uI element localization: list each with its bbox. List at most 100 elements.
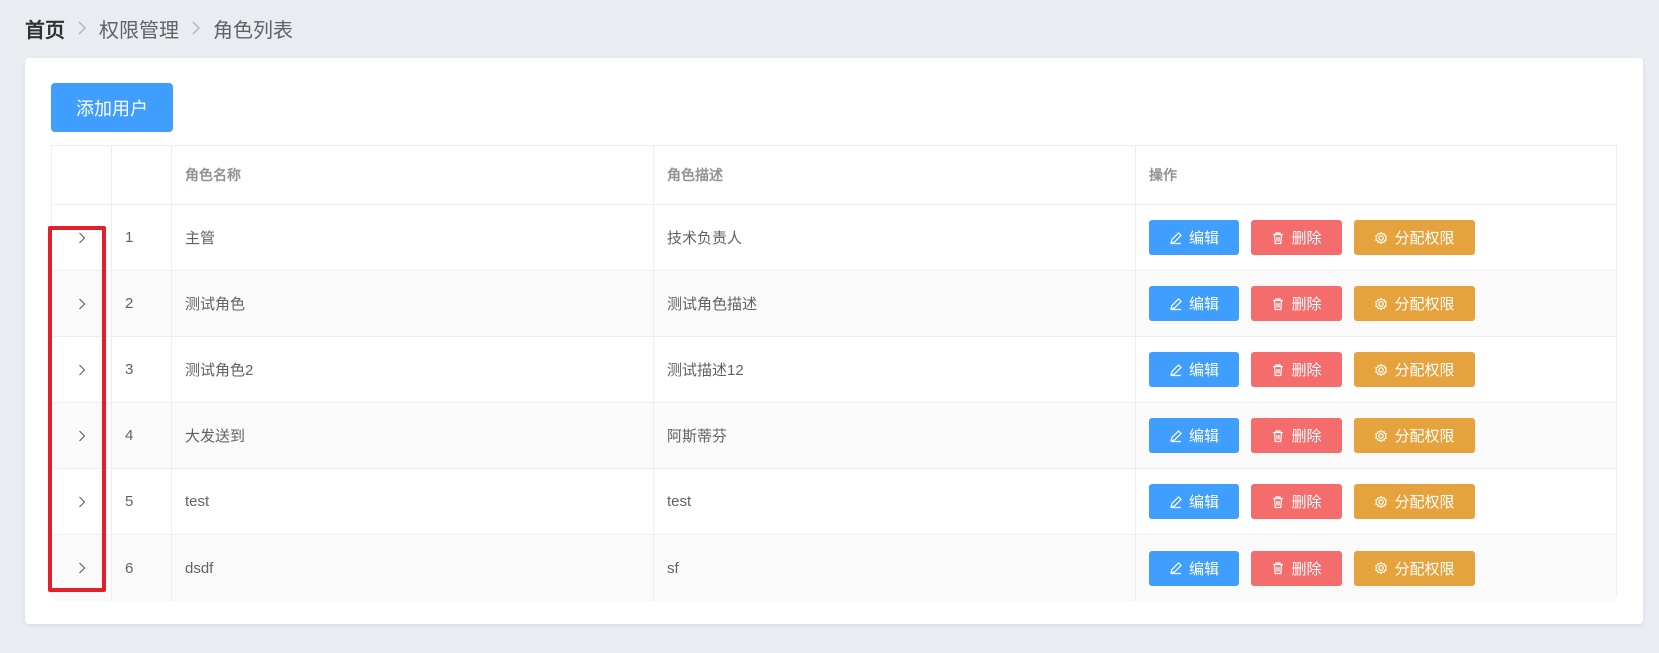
edit-icon [1170, 297, 1182, 310]
delete-button[interactable]: 删除 [1251, 550, 1342, 586]
chevron-right-icon[interactable] [76, 430, 88, 442]
edit-button[interactable]: 编辑 [1149, 220, 1239, 255]
role-name: test [172, 469, 654, 534]
chevron-right-icon[interactable] [76, 364, 88, 376]
expand-cell[interactable] [52, 535, 112, 601]
gear-icon [1375, 231, 1388, 244]
table-row: 1 主管 技术负责人 编辑 删除 分配权限 [52, 205, 1616, 271]
role-name: dsdf [172, 535, 654, 601]
actions-cell: 编辑 删除 分配权限 [1136, 337, 1616, 402]
delete-button[interactable]: 删除 [1251, 286, 1342, 321]
row-index: 2 [112, 271, 172, 336]
role-name: 大发送到 [172, 403, 654, 468]
role-name: 测试角色 [172, 271, 654, 336]
edit-button[interactable]: 编辑 [1149, 352, 1239, 387]
breadcrumb-home[interactable]: 首页 [25, 14, 65, 43]
breadcrumb: 首页 权限管理 角色列表 [25, 14, 293, 42]
delete-label: 删除 [1291, 230, 1322, 247]
delete-button[interactable]: 删除 [1251, 352, 1342, 387]
trash-icon [1273, 231, 1284, 244]
edit-label: 编辑 [1188, 296, 1219, 313]
delete-label: 删除 [1291, 560, 1322, 578]
edit-icon [1170, 562, 1182, 575]
role-desc: 测试角色描述 [654, 271, 1136, 336]
delete-button[interactable]: 删除 [1251, 220, 1342, 255]
assign-label: 分配权限 [1394, 560, 1455, 578]
header-index [112, 146, 172, 204]
gear-icon [1375, 429, 1388, 442]
row-index: 3 [112, 337, 172, 402]
gear-icon [1375, 561, 1388, 575]
edit-icon [1170, 429, 1182, 442]
edit-label: 编辑 [1188, 494, 1219, 511]
add-user-button[interactable]: 添加用户 [51, 83, 173, 132]
assign-permissions-button[interactable]: 分配权限 [1354, 286, 1475, 321]
role-name: 主管 [172, 205, 654, 270]
delete-label: 删除 [1291, 428, 1322, 445]
table-row: 4 大发送到 阿斯蒂芬 编辑 删除 分配权限 [52, 403, 1616, 469]
header-expand [52, 146, 112, 204]
edit-label: 编辑 [1188, 560, 1219, 578]
table-header: 角色名称 角色描述 操作 [52, 146, 1616, 205]
edit-label: 编辑 [1188, 428, 1219, 445]
edit-label: 编辑 [1188, 230, 1219, 247]
breadcrumb-permissions[interactable]: 权限管理 [99, 14, 179, 43]
breadcrumb-role-list: 角色列表 [213, 19, 293, 42]
assign-label: 分配权限 [1394, 362, 1455, 379]
trash-icon [1273, 363, 1284, 376]
assign-label: 分配权限 [1394, 230, 1455, 247]
chevron-right-icon[interactable] [76, 298, 88, 310]
expand-cell[interactable] [52, 469, 112, 534]
assign-permissions-button[interactable]: 分配权限 [1354, 220, 1475, 255]
edit-button[interactable]: 编辑 [1149, 484, 1239, 519]
chevron-right-icon[interactable] [76, 562, 88, 574]
row-index: 6 [112, 535, 172, 601]
delete-button[interactable]: 删除 [1251, 418, 1342, 453]
chevron-right-icon[interactable] [76, 232, 88, 244]
assign-permissions-button[interactable]: 分配权限 [1354, 484, 1475, 519]
table-row: 5 test test 编辑 删除 分配权限 [52, 469, 1616, 535]
role-desc: 测试描述12 [654, 337, 1136, 402]
content-card: 添加用户 角色名称 角色描述 操作 1 主管 技术负责人 编辑 删除 分配权限 … [25, 58, 1643, 624]
assign-permissions-button[interactable]: 分配权限 [1354, 352, 1475, 387]
actions-cell: 编辑 删除 分配权限 [1136, 205, 1616, 270]
edit-icon [1170, 231, 1182, 244]
row-index: 5 [112, 469, 172, 534]
edit-icon [1170, 363, 1182, 376]
trash-icon [1273, 495, 1284, 508]
role-desc: sf [654, 535, 1136, 601]
edit-icon [1170, 495, 1182, 508]
delete-label: 删除 [1291, 494, 1322, 511]
expand-cell[interactable] [52, 271, 112, 336]
trash-icon [1273, 429, 1284, 442]
assign-label: 分配权限 [1394, 296, 1455, 313]
table-row: 2 测试角色 测试角色描述 编辑 删除 分配权限 [52, 271, 1616, 337]
edit-button[interactable]: 编辑 [1149, 286, 1239, 321]
expand-cell[interactable] [52, 403, 112, 468]
assign-permissions-button[interactable]: 分配权限 [1354, 550, 1475, 586]
trash-icon [1273, 297, 1284, 310]
gear-icon [1375, 297, 1388, 310]
expand-cell[interactable] [52, 205, 112, 270]
edit-label: 编辑 [1188, 362, 1219, 379]
table-body: 1 主管 技术负责人 编辑 删除 分配权限 2 测试角色 测试角色描述 编辑 删… [52, 205, 1616, 601]
header-actions: 操作 [1149, 167, 1177, 183]
delete-label: 删除 [1291, 362, 1322, 379]
chevron-right-icon [179, 21, 213, 35]
table-row: 3 测试角色2 测试描述12 编辑 删除 分配权限 [52, 337, 1616, 403]
role-name: 测试角色2 [172, 337, 654, 402]
delete-button[interactable]: 删除 [1251, 484, 1342, 519]
role-desc: 阿斯蒂芬 [654, 403, 1136, 468]
table-row: 6 dsdf sf 编辑 删除 分配权限 [52, 535, 1616, 601]
edit-button[interactable]: 编辑 [1149, 550, 1239, 586]
delete-label: 删除 [1291, 296, 1322, 313]
edit-button[interactable]: 编辑 [1149, 418, 1239, 453]
role-desc: 技术负责人 [654, 205, 1136, 270]
chevron-right-icon[interactable] [76, 496, 88, 508]
assign-permissions-button[interactable]: 分配权限 [1354, 418, 1475, 453]
trash-icon [1273, 562, 1284, 575]
actions-cell: 编辑 删除 分配权限 [1136, 535, 1616, 601]
expand-cell[interactable] [52, 337, 112, 402]
row-index: 4 [112, 403, 172, 468]
chevron-right-icon [65, 21, 99, 35]
